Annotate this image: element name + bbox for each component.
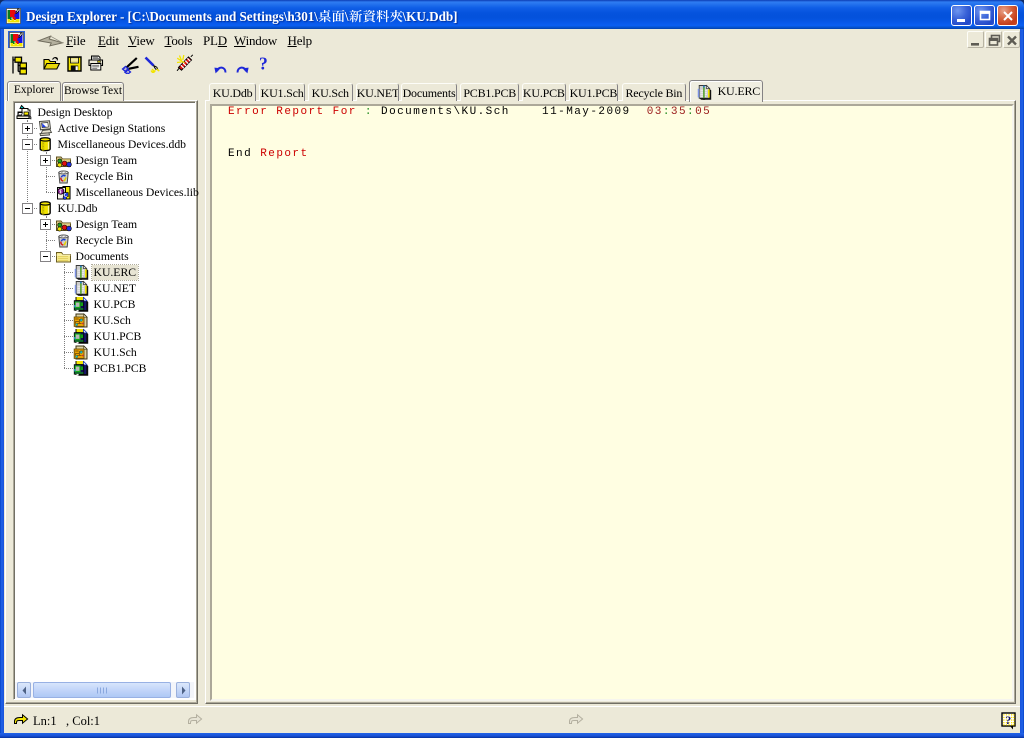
svg-text:?: ? [259, 56, 268, 72]
svg-text:?: ? [1005, 713, 1011, 727]
